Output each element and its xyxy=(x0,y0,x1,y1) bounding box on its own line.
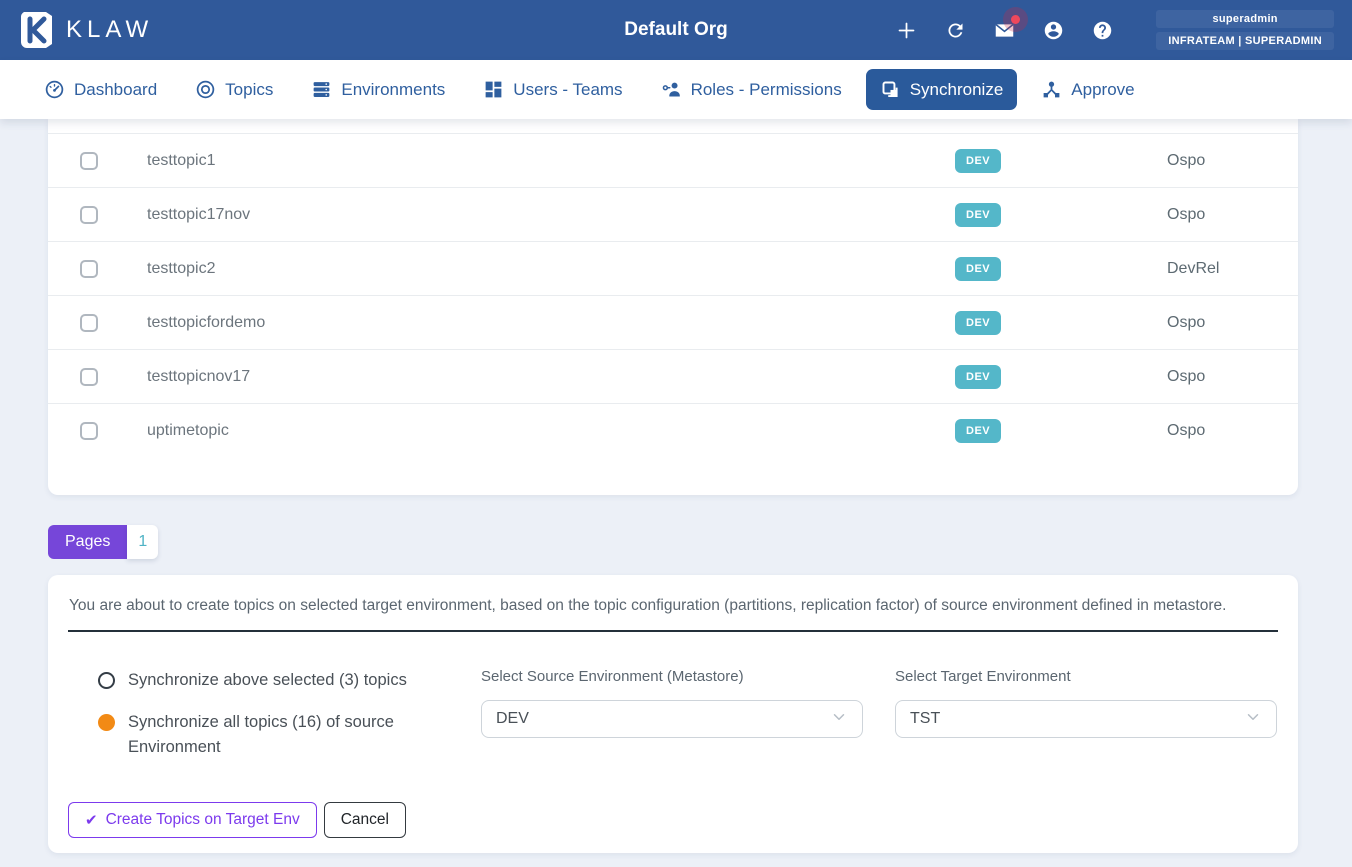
env-badge: DEV xyxy=(955,149,1001,173)
nav-item-roles-permissions[interactable]: Roles - Permissions xyxy=(647,69,856,110)
radio-sync-all-topics[interactable]: Synchronize all topics (16) of source En… xyxy=(98,710,481,760)
synchronize-copy-icon xyxy=(880,79,901,100)
row-checkbox[interactable] xyxy=(80,368,98,386)
check-icon: ✔ xyxy=(85,811,98,829)
help-icon[interactable] xyxy=(1091,19,1113,41)
sync-actions: ✔ Create Topics on Target Env Cancel xyxy=(68,802,1278,838)
team-name: DevRel xyxy=(1167,260,1266,278)
roles-permissions-icon xyxy=(661,79,682,100)
sync-mode-radio-group: Synchronize above selected (3) topics Sy… xyxy=(98,668,481,760)
nav-label: Dashboard xyxy=(74,80,157,100)
page-number-button[interactable]: 1 xyxy=(127,525,158,559)
chevron-down-icon xyxy=(1244,708,1262,731)
nav-label: Roles - Permissions xyxy=(691,80,842,100)
nav-label: Environments xyxy=(341,80,445,100)
nav-item-topics[interactable]: Topics xyxy=(181,69,287,110)
topic-name: testtopic2 xyxy=(147,260,955,278)
radio-selected-icon xyxy=(98,714,115,731)
env-badge: DEV xyxy=(955,419,1001,443)
sync-instruction: You are about to create topics on select… xyxy=(68,597,1278,615)
team-name: Ospo xyxy=(1167,368,1266,386)
target-environment-label: Select Target Environment xyxy=(895,668,1277,685)
nav-item-approve[interactable]: Approve xyxy=(1027,69,1148,110)
topic-name: testtopic17nov xyxy=(147,206,955,224)
radio-label: Synchronize above selected (3) topics xyxy=(128,668,407,693)
target-environment-group: Select Target Environment TST xyxy=(895,668,1277,760)
brand-name: KLAW xyxy=(66,16,153,44)
row-checkbox[interactable] xyxy=(80,422,98,440)
table-row: testtopicfordemo DEV Ospo xyxy=(48,295,1298,349)
create-topics-button[interactable]: ✔ Create Topics on Target Env xyxy=(68,802,317,838)
mail-icon[interactable] xyxy=(993,19,1015,41)
chevron-down-icon xyxy=(830,708,848,731)
nav-item-dashboard[interactable]: Dashboard xyxy=(30,69,171,110)
pagination-bar: Pages 1 xyxy=(48,525,1352,559)
divider xyxy=(68,630,1278,632)
topic-name: uptimetopic xyxy=(147,422,955,440)
team-name: Ospo xyxy=(1167,422,1266,440)
header-actions: superadmin INFRATEAM | SUPERADMIN xyxy=(895,10,1334,50)
team-name: Ospo xyxy=(1167,152,1266,170)
env-badge: DEV xyxy=(955,365,1001,389)
main-nav: Dashboard Topics Environments Users - Te… xyxy=(0,60,1352,119)
topics-table-card: testtopic1 DEV Ospo testtopic17nov DEV O… xyxy=(48,119,1298,495)
user-chip: superadmin INFRATEAM | SUPERADMIN xyxy=(1156,10,1334,50)
cancel-button[interactable]: Cancel xyxy=(324,802,406,838)
radio-unselected-icon xyxy=(98,672,115,689)
row-checkbox[interactable] xyxy=(80,152,98,170)
topic-name: testtopic1 xyxy=(147,152,955,170)
topic-name: testtopicfordemo xyxy=(147,314,955,332)
table-row: testtopic1 DEV Ospo xyxy=(48,133,1298,187)
nav-item-environments[interactable]: Environments xyxy=(297,69,459,110)
table-row: testtopic2 DEV DevRel xyxy=(48,241,1298,295)
team-name: Ospo xyxy=(1167,206,1266,224)
env-badge: DEV xyxy=(955,257,1001,281)
table-row: uptimetopic DEV Ospo xyxy=(48,403,1298,457)
target-environment-value: TST xyxy=(910,710,940,728)
row-checkbox[interactable] xyxy=(80,260,98,278)
source-environment-value: DEV xyxy=(496,710,529,728)
nav-label: Topics xyxy=(225,80,273,100)
nav-item-synchronize[interactable]: Synchronize xyxy=(866,69,1018,110)
env-badge: DEV xyxy=(955,203,1001,227)
environments-server-icon xyxy=(311,79,332,100)
team-name: Ospo xyxy=(1167,314,1266,332)
create-topics-label: Create Topics on Target Env xyxy=(106,811,300,829)
source-environment-label: Select Source Environment (Metastore) xyxy=(481,668,863,685)
synchronize-panel: You are about to create topics on select… xyxy=(48,575,1298,853)
pages-label-button[interactable]: Pages xyxy=(48,525,127,559)
env-badge: DEV xyxy=(955,311,1001,335)
refresh-icon[interactable] xyxy=(944,19,966,41)
account-icon[interactable] xyxy=(1042,19,1064,41)
nav-label: Approve xyxy=(1071,80,1134,100)
target-environment-select[interactable]: TST xyxy=(895,700,1277,738)
nav-item-users-teams[interactable]: Users - Teams xyxy=(469,69,636,110)
radio-sync-selected-topics[interactable]: Synchronize above selected (3) topics xyxy=(98,668,481,693)
klaw-logo[interactable]: KLAW xyxy=(20,11,153,49)
row-checkbox[interactable] xyxy=(80,206,98,224)
topic-name: testtopicnov17 xyxy=(147,368,955,386)
add-icon[interactable] xyxy=(895,19,917,41)
username[interactable]: superadmin xyxy=(1156,10,1334,28)
approve-hub-icon xyxy=(1041,79,1062,100)
sync-form: Synchronize above selected (3) topics Sy… xyxy=(68,668,1278,760)
source-environment-select[interactable]: DEV xyxy=(481,700,863,738)
dashboard-gauge-icon xyxy=(44,79,65,100)
radio-label: Synchronize all topics (16) of source En… xyxy=(128,710,438,760)
nav-label: Users - Teams xyxy=(513,80,622,100)
nav-label: Synchronize xyxy=(910,80,1004,100)
klaw-logo-icon xyxy=(20,11,54,49)
source-environment-group: Select Source Environment (Metastore) DE… xyxy=(481,668,863,760)
topics-target-icon xyxy=(195,79,216,100)
user-team-role[interactable]: INFRATEAM | SUPERADMIN xyxy=(1156,32,1334,50)
app-header: KLAW Default Org superadmin INFRATEAM | … xyxy=(0,0,1352,60)
row-checkbox[interactable] xyxy=(80,314,98,332)
table-row: testtopicnov17 DEV Ospo xyxy=(48,349,1298,403)
table-row: testtopic17nov DEV Ospo xyxy=(48,187,1298,241)
users-teams-grid-icon xyxy=(483,79,504,100)
